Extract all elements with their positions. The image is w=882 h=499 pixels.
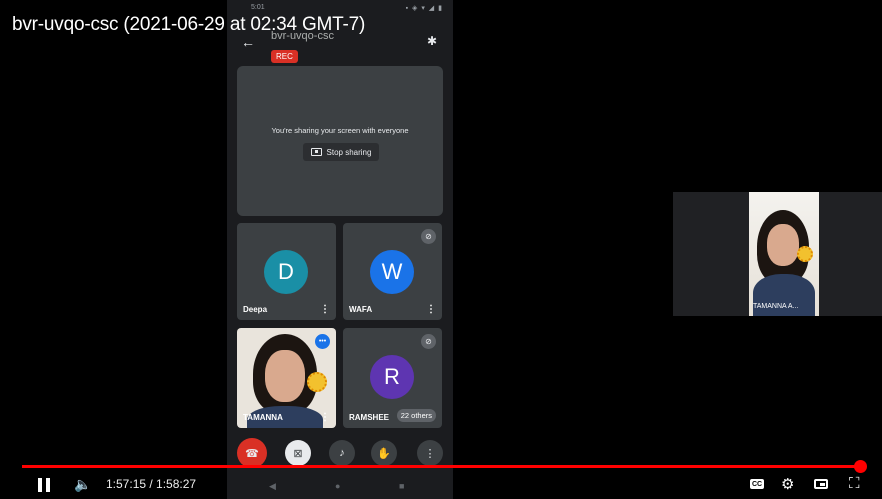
self-view-name: TAMANNA A... bbox=[753, 303, 799, 310]
camera-toggle-button[interactable]: ⊠ bbox=[285, 440, 311, 466]
speaking-indicator-icon: ••• bbox=[315, 334, 330, 349]
more-vert-icon: ⋮ bbox=[424, 447, 436, 460]
phone-hangup-icon: ☎ bbox=[245, 447, 259, 460]
stop-share-icon bbox=[310, 148, 322, 156]
progress-bar[interactable] bbox=[22, 465, 860, 468]
avatar: W bbox=[370, 250, 414, 294]
participant-tile-wafa[interactable]: ⊘ W WAFA ⋮ bbox=[343, 223, 442, 320]
time-display: 1:57:15 / 1:58:27 bbox=[106, 477, 197, 491]
participant-name: WAFA bbox=[349, 305, 373, 314]
end-call-button[interactable]: ☎ bbox=[237, 438, 267, 468]
participant-video-face bbox=[265, 350, 305, 402]
subtitles-button[interactable]: CC bbox=[750, 479, 764, 489]
video-title: bvr-uvqo-csc (2021-06-29 at 02:34 GMT-7) bbox=[12, 14, 366, 35]
self-video-earring bbox=[797, 246, 813, 262]
hand-icon: ✋ bbox=[377, 447, 391, 460]
miniplayer-button[interactable] bbox=[814, 479, 828, 489]
share-message: You're sharing your screen with everyone bbox=[271, 126, 409, 135]
mic-off-icon: ⊘ bbox=[421, 334, 436, 349]
rec-badge: REC bbox=[271, 50, 298, 63]
exit-fullscreen-icon[interactable]: ⛶ bbox=[849, 475, 860, 492]
back-arrow-icon[interactable]: ← bbox=[241, 34, 255, 50]
participant-tile-deepa[interactable]: D Deepa ⋮ bbox=[237, 223, 336, 320]
more-options-button[interactable]: ⋮ bbox=[417, 440, 443, 466]
participant-name: Deepa bbox=[243, 305, 268, 314]
settings-gear-icon[interactable]: ⚙ bbox=[781, 475, 794, 493]
participant-name: TAMANNA bbox=[243, 413, 283, 422]
self-view-panel: TAMANNA A... bbox=[673, 192, 882, 316]
pause-button[interactable] bbox=[38, 478, 50, 492]
mic-icon: ♪ bbox=[339, 447, 345, 459]
self-video-face bbox=[767, 224, 799, 266]
screen-share-panel: You're sharing your screen with everyone… bbox=[237, 66, 443, 216]
mic-toggle-button[interactable]: ♪ bbox=[329, 440, 355, 466]
others-count-badge[interactable]: 22 others bbox=[396, 409, 436, 422]
self-video bbox=[749, 192, 819, 316]
participant-tile-tamanna[interactable]: ••• TAMANNA ⋮ bbox=[237, 328, 336, 428]
volume-icon[interactable]: 🔈 bbox=[74, 476, 91, 493]
more-vert-icon[interactable]: ⋮ bbox=[320, 304, 330, 315]
mic-off-icon: ⊘ bbox=[421, 229, 436, 244]
video-player[interactable]: bvr-uvqo-csc (2021-06-29 at 02:34 GMT-7)… bbox=[0, 0, 882, 499]
phone-screen: 5:01 ▪ ◈ ▾ ◢ ▮ ← bvr-uvqo-csc REC ✱ You'… bbox=[227, 0, 453, 499]
raise-hand-button[interactable]: ✋ bbox=[371, 440, 397, 466]
participant-tile-ramshee[interactable]: ⊘ R RAMSHEE 22 others bbox=[343, 328, 442, 428]
more-vert-icon[interactable]: ⋮ bbox=[320, 412, 330, 423]
participant-name: RAMSHEE bbox=[349, 413, 390, 422]
participant-video-earring bbox=[307, 372, 327, 392]
player-controls: 🔈 1:57:15 / 1:58:27 CC ⚙ ⛶ bbox=[0, 472, 882, 499]
avatar: R bbox=[370, 355, 414, 399]
status-time: 5:01 bbox=[251, 4, 265, 11]
stop-sharing-button[interactable]: Stop sharing bbox=[303, 143, 379, 161]
more-vert-icon[interactable]: ⋮ bbox=[426, 304, 436, 315]
bluetooth-icon[interactable]: ✱ bbox=[427, 34, 437, 48]
status-icons: ▪ ◈ ▾ ◢ ▮ bbox=[405, 5, 443, 12]
stop-sharing-label: Stop sharing bbox=[326, 147, 372, 157]
avatar: D bbox=[264, 250, 308, 294]
camera-off-icon: ⊠ bbox=[293, 447, 303, 460]
